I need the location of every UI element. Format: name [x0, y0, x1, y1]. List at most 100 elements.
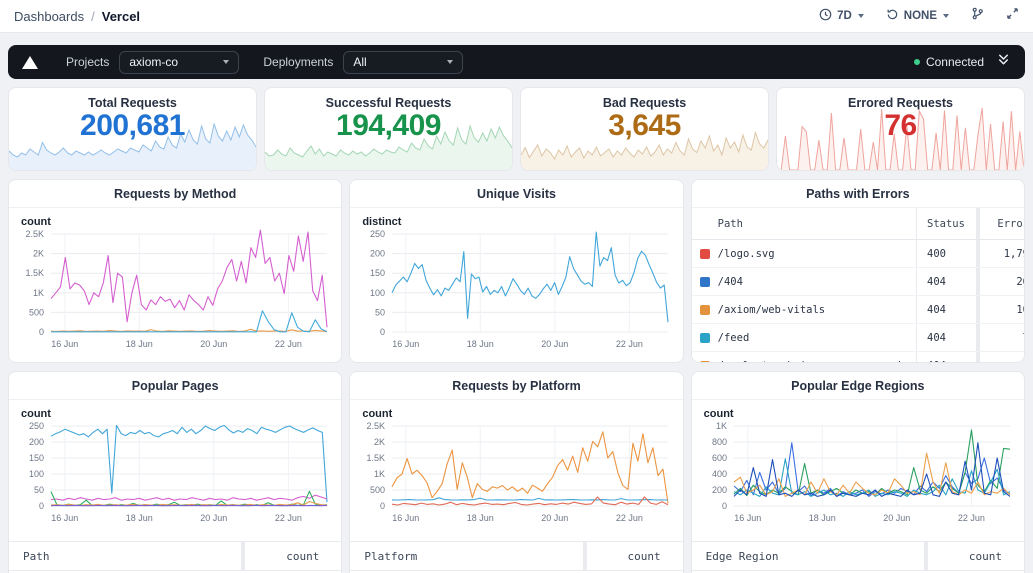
svg-text:16 Jun: 16 Jun — [393, 513, 420, 523]
compare-against-dropdown[interactable]: NONE — [886, 8, 949, 24]
fork-dashboard-button[interactable] — [971, 7, 984, 25]
unique-visits-chart[interactable]: 25020015010050016 Jun18 Jun20 Jun22 Jun — [350, 228, 682, 354]
svg-text:1K: 1K — [33, 288, 44, 298]
svg-text:18 Jun: 18 Jun — [126, 513, 153, 523]
errored-requests-card[interactable]: Errored Requests 76 — [776, 87, 1025, 171]
card-title: Requests by Platform — [350, 372, 682, 400]
svg-text:20 Jun: 20 Jun — [200, 513, 227, 523]
paths-with-errors-card: Paths with Errors Path Status Error /log… — [691, 179, 1025, 363]
series-swatch — [700, 249, 710, 259]
card-title: Popular Edge Regions — [692, 372, 1024, 400]
svg-text:0: 0 — [380, 501, 385, 511]
projects-label: Projects — [66, 55, 109, 69]
deployments-select-value: All — [353, 55, 366, 69]
svg-text:2.5K: 2.5K — [367, 421, 386, 431]
svg-text:100: 100 — [29, 469, 44, 479]
col-header-count[interactable]: count — [928, 542, 1024, 570]
series-swatch — [700, 277, 710, 287]
col-header-count[interactable]: count — [587, 542, 683, 570]
requests-by-platform-chart[interactable]: 2.5K2K1.5K1K500016 Jun18 Jun20 Jun22 Jun — [350, 420, 682, 528]
svg-text:18 Jun: 18 Jun — [126, 339, 153, 349]
unique-visits-card: Unique Visits distinct 25020015010050016… — [349, 179, 683, 363]
svg-text:500: 500 — [370, 485, 385, 495]
svg-text:20 Jun: 20 Jun — [542, 339, 569, 349]
requests-by-platform-card: Requests by Platform count 2.5K 2K 1.5K 1K 5… — [349, 371, 683, 573]
svg-text:200: 200 — [29, 437, 44, 447]
table-row[interactable]: /apple-touch-icon-precomposed.png 404 6 — [692, 352, 1024, 363]
svg-text:20 Jun: 20 Jun — [542, 513, 569, 523]
vercel-logo-icon — [22, 56, 38, 69]
stat-title: Errored Requests — [777, 88, 1024, 110]
svg-text:18 Jun: 18 Jun — [467, 513, 494, 523]
svg-text:2.5K: 2.5K — [25, 229, 44, 239]
svg-text:1.5K: 1.5K — [25, 268, 44, 278]
table-row[interactable]: /logo.svg 400 1,79 — [692, 240, 1024, 268]
fullscreen-button[interactable] — [1006, 7, 1019, 25]
svg-text:22 Jun: 22 Jun — [275, 513, 302, 523]
time-range-dropdown[interactable]: 7D — [819, 8, 864, 24]
metric-label: distinct — [350, 208, 682, 228]
svg-text:0: 0 — [722, 501, 727, 511]
svg-text:16 Jun: 16 Jun — [51, 513, 78, 523]
table-row[interactable]: /feed 404 7 — [692, 324, 1024, 352]
breadcrumb: Dashboards / Vercel — [14, 9, 140, 24]
col-header-path[interactable]: Path — [9, 542, 241, 570]
chevron-down-icon — [943, 14, 949, 18]
stat-title: Bad Requests — [521, 88, 768, 110]
svg-text:0: 0 — [380, 327, 385, 337]
svg-text:0: 0 — [39, 501, 44, 511]
deployments-select[interactable]: All — [343, 51, 463, 74]
svg-text:2K: 2K — [33, 249, 44, 259]
svg-text:20 Jun: 20 Jun — [883, 513, 910, 523]
svg-text:16 Jun: 16 Jun — [734, 513, 761, 523]
table-header-row: Path Status Error — [692, 208, 1024, 240]
svg-text:2K: 2K — [374, 437, 385, 447]
stat-value: 76 — [777, 109, 1024, 143]
successful-requests-card[interactable]: Successful Requests 194,409 — [264, 87, 513, 171]
svg-text:1K: 1K — [374, 469, 385, 479]
table-row[interactable]: /axiom/web-vitals 404 10 — [692, 296, 1024, 324]
col-header-count[interactable]: count — [245, 542, 341, 570]
projects-select-value: axiom-co — [129, 55, 178, 69]
chevron-down-icon — [447, 60, 453, 64]
clock-icon — [819, 8, 832, 24]
col-header-errors[interactable]: Error — [980, 208, 1025, 239]
total-requests-card[interactable]: Total Requests 200,681 — [8, 87, 257, 171]
col-header-edge-region[interactable]: Edge Region — [692, 542, 924, 570]
table-header-row: Edge Region count — [692, 541, 1024, 571]
table-header-row: Platform count — [350, 541, 682, 571]
col-header-platform[interactable]: Platform — [350, 542, 582, 570]
popular-edge-regions-chart[interactable]: 1K800600400200016 Jun18 Jun20 Jun22 Jun — [692, 420, 1024, 528]
svg-text:50: 50 — [375, 307, 385, 317]
bad-requests-card[interactable]: Bad Requests 3,645 — [520, 87, 769, 171]
projects-select[interactable]: axiom-co — [119, 51, 239, 74]
svg-text:1K: 1K — [716, 421, 727, 431]
svg-text:1.5K: 1.5K — [367, 453, 386, 463]
svg-text:200: 200 — [370, 249, 385, 259]
breadcrumb-dashboards-link[interactable]: Dashboards — [14, 9, 84, 24]
svg-text:200: 200 — [712, 485, 727, 495]
connection-status: Connected — [914, 55, 984, 69]
requests-by-method-card: Requests by Method count 2.5K2K1.5K1K500… — [8, 179, 342, 363]
stat-title: Total Requests — [9, 88, 256, 110]
col-header-path[interactable]: Path — [718, 208, 916, 239]
popular-pages-chart[interactable]: 25020015010050016 Jun18 Jun20 Jun22 Jun — [9, 420, 341, 528]
paths-with-errors-table: Path Status Error /logo.svg 400 1,79 /40… — [692, 208, 1024, 363]
bottom-row: Popular Pages count 25020015010050016 Ju… — [8, 371, 1025, 573]
stat-title: Successful Requests — [265, 88, 512, 110]
svg-text:20 Jun: 20 Jun — [200, 339, 227, 349]
svg-text:150: 150 — [29, 453, 44, 463]
series-swatch — [700, 305, 710, 315]
svg-text:16 Jun: 16 Jun — [393, 339, 420, 349]
popular-edge-regions-card: Popular Edge Regions count 1K80060040020… — [691, 371, 1025, 573]
top-header: Dashboards / Vercel 7D NONE — [0, 0, 1033, 33]
middle-row: Requests by Method count 2.5K2K1.5K1K500… — [8, 179, 1025, 363]
status-label: Connected — [926, 55, 984, 69]
breadcrumb-separator: / — [91, 9, 95, 24]
col-header-status[interactable]: Status — [916, 208, 976, 239]
popular-edge-regions-table: Edge Region count — [692, 541, 1024, 573]
table-header-row: Path count — [9, 541, 341, 571]
table-row[interactable]: /404 404 26 — [692, 268, 1024, 296]
requests-by-method-chart[interactable]: 2.5K2K1.5K1K500016 Jun18 Jun20 Jun22 Jun — [9, 228, 341, 354]
collapse-toolbar-button[interactable] — [996, 52, 1011, 72]
